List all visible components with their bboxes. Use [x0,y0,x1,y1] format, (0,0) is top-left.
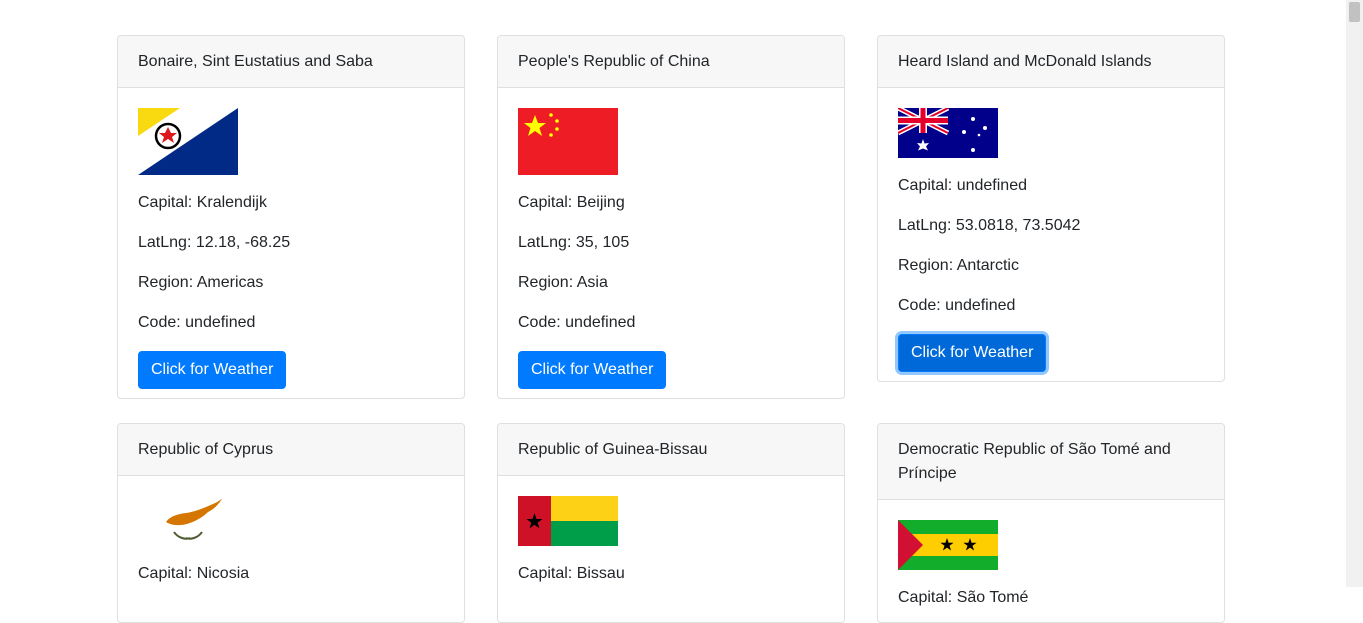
capital-text: Capital: Bissau [518,565,625,582]
country-name: Republic of Cyprus [118,424,464,476]
latlng-text: LatLng: 53.0818, 73.5042 [898,217,1081,234]
cyprus-flag-icon [138,496,238,546]
country-card: Democratic Republic of São Tomé and Prín… [877,423,1225,623]
country-name: Democratic Republic of São Tomé and Prín… [878,424,1224,500]
country-name: Heard Island and McDonald Islands [878,36,1224,88]
capital-text: Capital: undefined [898,177,1027,194]
country-card: Heard Island and McDonald Islands Capita… [877,35,1225,382]
country-name: Republic of Guinea-Bissau [498,424,844,476]
code-text: Code: undefined [898,297,1016,314]
latlng-text: LatLng: 35, 105 [518,234,630,251]
scrollbar-thumb[interactable] [1349,2,1360,22]
country-card: Bonaire, Sint Eustatius and Saba Capital… [117,35,465,399]
country-card: Republic of Cyprus Capital: Nicosia [117,423,465,623]
sao-tome-flag-icon [898,520,998,570]
country-name: People's Republic of China [498,36,844,88]
capital-text: Capital: São Tomé [898,589,1029,606]
weather-button[interactable]: Click for Weather [898,334,1047,372]
region-text: Region: Asia [518,274,608,291]
code-text: Code: undefined [518,314,636,331]
bonaire-flag-icon [138,108,238,175]
vertical-scrollbar[interactable] [1346,0,1363,587]
australia-flag-icon [898,108,998,158]
weather-button[interactable]: Click for Weather [138,351,287,389]
code-text: Code: undefined [138,314,256,331]
country-card: People's Republic of China Capital: Beij… [497,35,845,399]
region-text: Region: Antarctic [898,257,1019,274]
capital-text: Capital: Kralendijk [138,194,267,211]
guinea-bissau-flag-icon [518,496,618,546]
country-card: Republic of Guinea-Bissau Capital: Bissa… [497,423,845,623]
latlng-text: LatLng: 12.18, -68.25 [138,234,291,251]
region-text: Region: Americas [138,274,264,291]
capital-text: Capital: Beijing [518,194,625,211]
weather-button[interactable]: Click for Weather [518,351,667,389]
capital-text: Capital: Nicosia [138,565,250,582]
china-flag-icon [518,108,618,175]
country-name: Bonaire, Sint Eustatius and Saba [118,36,464,88]
